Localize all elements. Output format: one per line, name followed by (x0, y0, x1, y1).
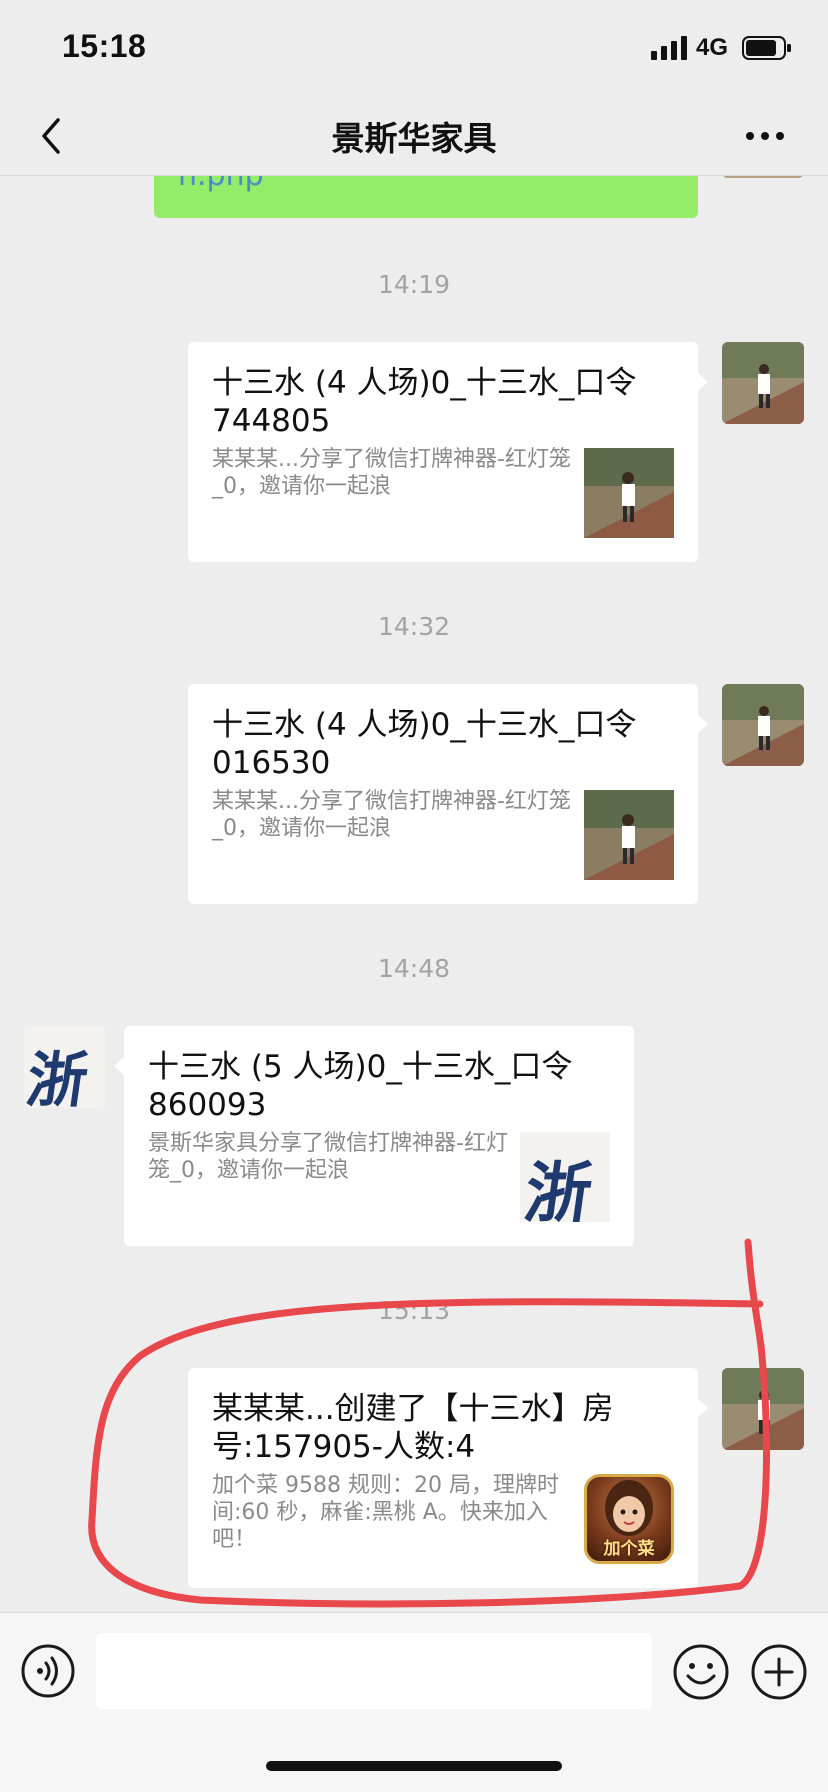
photo-avatar-image (722, 684, 804, 766)
chat-title: 景斯华家具 (331, 119, 497, 158)
emoji-icon[interactable] (672, 1643, 730, 1701)
card-description: 加个菜 9588 规则：20 局，理牌时间:60 秒，麻雀:黑桃 A。快来加入吧… (212, 1473, 559, 1552)
timestamp: 14:32 (377, 612, 451, 641)
calligraphy-avatar-char: 浙 (24, 1046, 93, 1108)
timestamp: 15:13 (377, 1296, 451, 1325)
game-icon-thumb: 加个菜 (584, 1474, 674, 1564)
card-title: 十三水 (4 人场)0_十三水_口令016530 (212, 707, 637, 781)
calligraphy-thumb-char: 浙 (520, 1154, 597, 1222)
timestamp: 14:48 (377, 954, 451, 983)
avatar[interactable] (722, 684, 804, 766)
game-share-card[interactable]: 十三水 (4 人场)0_十三水_口令016530 某某某...分享了微信打牌神器… (188, 684, 708, 904)
photo-thumb (584, 448, 674, 538)
card-title: 十三水 (4 人场)0_十三水_口令744805 (212, 365, 637, 439)
card-description: 某某某...分享了微信打牌神器-红灯笼_0，邀请你一起浪 (212, 447, 571, 499)
avatar[interactable]: 浙 (24, 1026, 106, 1108)
photo-avatar-image (722, 1368, 804, 1450)
message-input[interactable] (96, 1633, 652, 1709)
card-title: 十三水 (5 人场)0_十三水_口令860093 (148, 1049, 573, 1123)
card-description: 景斯华家具分享了微信打牌神器-红灯笼_0，邀请你一起浪 (148, 1131, 508, 1183)
game-room-card[interactable]: 某某某...创建了【十三水】房号:157905-人数:4 加个菜 9588 规则… (188, 1368, 708, 1588)
game-share-card[interactable]: 十三水 (4 人场)0_十三水_口令744805 某某某...分享了微信打牌神器… (188, 342, 708, 562)
home-indicator (266, 1761, 562, 1771)
avatar[interactable] (722, 1368, 804, 1450)
nav-bar: 景斯华家具 (0, 96, 828, 176)
game-share-card[interactable]: 十三水 (5 人场)0_十三水_口令860093 景斯华家具分享了微信打牌神器-… (114, 1026, 634, 1246)
card-title: 某某某...创建了【十三水】房号:157905-人数:4 (212, 1391, 614, 1465)
avatar[interactable] (722, 342, 804, 424)
card-description: 某某某...分享了微信打牌神器-红灯笼_0，邀请你一起浪 (212, 789, 571, 841)
plus-icon[interactable] (750, 1643, 808, 1701)
timestamp: 14:19 (377, 270, 451, 299)
chat-area[interactable]: n.php 14:19 十三水 (4 人场)0_十三水_口令744805 某某某… (0, 0, 828, 1612)
photo-avatar-image (722, 342, 804, 424)
game-icon-text: 加个菜 (603, 1539, 655, 1559)
photo-thumb (584, 790, 674, 880)
voice-icon[interactable] (20, 1643, 76, 1699)
calligraphy-thumb: 浙 (520, 1132, 610, 1222)
ellipsis-icon[interactable] (744, 126, 786, 146)
